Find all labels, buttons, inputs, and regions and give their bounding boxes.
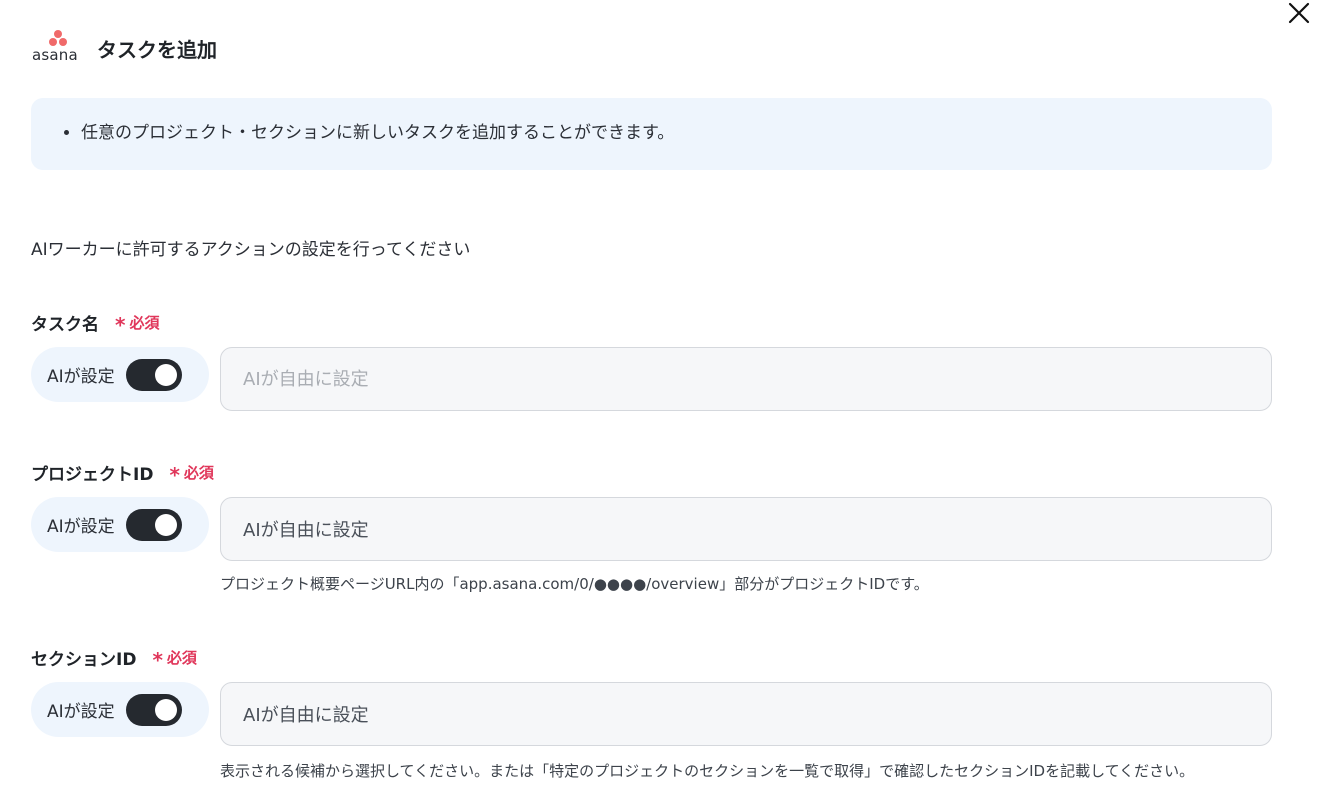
project-id-label: プロジェクトID * 必須 (31, 460, 214, 485)
section-id-ai-toggle[interactable] (125, 693, 182, 726)
asterisk-icon: * (169, 463, 180, 487)
info-box: 任意のプロジェクト・セクションに新しいタスクを追加することができます。 (31, 98, 1272, 170)
ai-setting-label: AIが設定 (47, 367, 115, 387)
asterisk-icon: * (115, 313, 126, 337)
logo-dot-left (49, 38, 57, 46)
required-badge: * 必須 (169, 462, 214, 487)
asterisk-icon: * (152, 648, 163, 672)
info-bullet: 任意のプロジェクト・セクションに新しいタスクを追加することができます。 (81, 122, 1272, 144)
section-id-ai-setting: AIが設定 (31, 682, 209, 737)
project-id-helper: プロジェクト概要ページURL内の「app.asana.com/0/●●●●/ov… (220, 575, 929, 593)
required-badge: * 必須 (115, 312, 160, 337)
info-list: 任意のプロジェクト・セクションに新しいタスクを追加することができます。 (61, 122, 1272, 144)
required-text: 必須 (183, 464, 214, 482)
required-text: 必須 (166, 649, 197, 667)
instruction-text: AIワーカーに許可するアクションの設定を行ってください (31, 240, 471, 260)
toggle-knob (154, 513, 177, 536)
ai-setting-label: AIが設定 (47, 702, 115, 722)
task-name-ai-setting: AIが設定 (31, 347, 209, 402)
task-name-label: タスク名 * 必須 (31, 310, 159, 335)
add-task-dialog: asana タスクを追加 任意のプロジェクト・セクションに新しいタスクを追加する… (0, 0, 1319, 802)
project-id-ai-setting: AIが設定 (31, 497, 209, 552)
task-name-label-text: タスク名 (31, 315, 99, 335)
project-id-input[interactable] (220, 497, 1272, 561)
section-id-helper: 表示される候補から選択してください。または「特定のプロジェクトのセクションを一覧… (220, 762, 1195, 780)
project-id-ai-toggle[interactable] (125, 508, 182, 541)
logo-dot-right (59, 38, 67, 46)
logo-wordmark: asana (32, 46, 78, 64)
required-badge: * 必須 (152, 647, 197, 672)
toggle-knob (154, 698, 177, 721)
required-text: 必須 (129, 314, 160, 332)
toggle-knob (154, 363, 177, 386)
task-name-input[interactable] (220, 347, 1272, 411)
ai-setting-label: AIが設定 (47, 517, 115, 537)
logo-dot-top (54, 30, 62, 38)
section-id-label: セクションID * 必須 (31, 645, 197, 670)
close-icon[interactable] (1287, 1, 1311, 25)
dialog-header: asana タスクを追加 (32, 30, 217, 66)
asana-logo: asana (32, 30, 86, 66)
project-id-label-text: プロジェクトID (31, 465, 154, 485)
section-id-input[interactable] (220, 682, 1272, 746)
task-name-ai-toggle[interactable] (125, 358, 182, 391)
section-id-label-text: セクションID (31, 650, 137, 670)
page-title: タスクを追加 (97, 37, 217, 62)
